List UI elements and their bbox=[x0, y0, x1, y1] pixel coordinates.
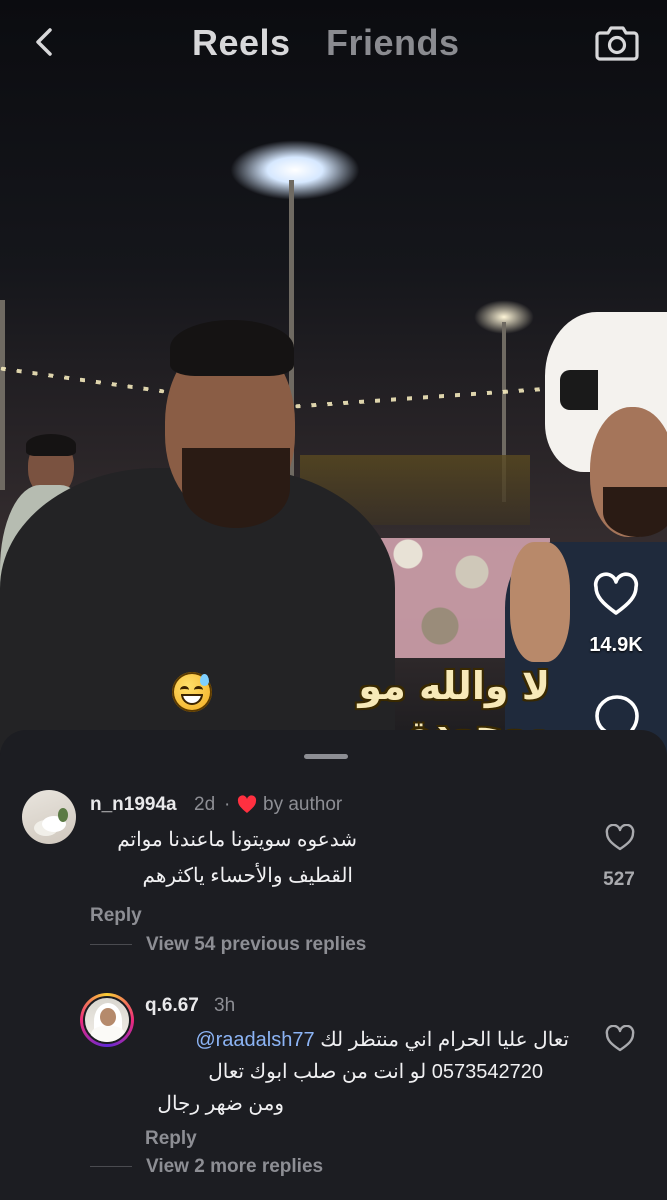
avatar[interactable] bbox=[22, 790, 76, 844]
comment-like-icon[interactable] bbox=[605, 824, 635, 852]
view-more-replies[interactable]: View 2 more replies bbox=[146, 1156, 323, 1178]
avatar[interactable] bbox=[83, 996, 131, 1044]
reel-video[interactable]: لا والله مو موجودة bbox=[0, 0, 667, 760]
reply-button[interactable]: Reply bbox=[145, 1128, 197, 1150]
liked-by-author-label: by author bbox=[263, 794, 343, 815]
replies-divider bbox=[90, 1166, 132, 1167]
comment-username[interactable]: n_n1994a bbox=[90, 794, 177, 816]
tab-friends[interactable]: Friends bbox=[326, 22, 460, 64]
red-heart-icon bbox=[237, 795, 257, 813]
comment-time: 3h bbox=[214, 995, 236, 1016]
back-icon[interactable] bbox=[28, 24, 64, 60]
comment-text-line: شدعوه سويتونا ماعندنا مواتم bbox=[117, 829, 357, 851]
comment-username[interactable]: q.6.67 bbox=[145, 995, 199, 1017]
camera-icon[interactable] bbox=[594, 19, 640, 65]
comment-time: 2d bbox=[194, 794, 216, 815]
sweat-smile-emoji bbox=[172, 672, 212, 712]
top-navigation: Reels Friends bbox=[0, 0, 667, 90]
heart-icon[interactable] bbox=[592, 572, 640, 618]
sheet-drag-handle[interactable] bbox=[304, 754, 348, 759]
comment-like-count: 527 bbox=[603, 869, 635, 890]
comment-text-line: القطيف والأحساء ياكثرهم bbox=[142, 865, 353, 887]
comment-text-line: 0573542720 لو انت من صلب ابوك تعال bbox=[208, 1061, 543, 1083]
comment-text-line: ومن ضهر رجال bbox=[157, 1093, 284, 1115]
like-count: 14.9K bbox=[589, 634, 643, 656]
user-mention[interactable]: @raadalsh77 bbox=[195, 1029, 314, 1051]
reply-button[interactable]: Reply bbox=[90, 905, 142, 927]
tab-reels[interactable]: Reels bbox=[192, 22, 291, 64]
comment-like-icon[interactable] bbox=[605, 1025, 635, 1053]
comment-text: تعال عليا الحرام اني منتظر لك bbox=[320, 1029, 569, 1051]
stadium-light bbox=[230, 140, 360, 200]
meta-separator: · bbox=[224, 794, 231, 815]
view-previous-replies[interactable]: View 54 previous replies bbox=[146, 934, 366, 956]
comment-text-line: تعال عليا الحرام اني منتظر لك @raadalsh7… bbox=[195, 1022, 569, 1058]
replies-divider bbox=[90, 944, 132, 945]
